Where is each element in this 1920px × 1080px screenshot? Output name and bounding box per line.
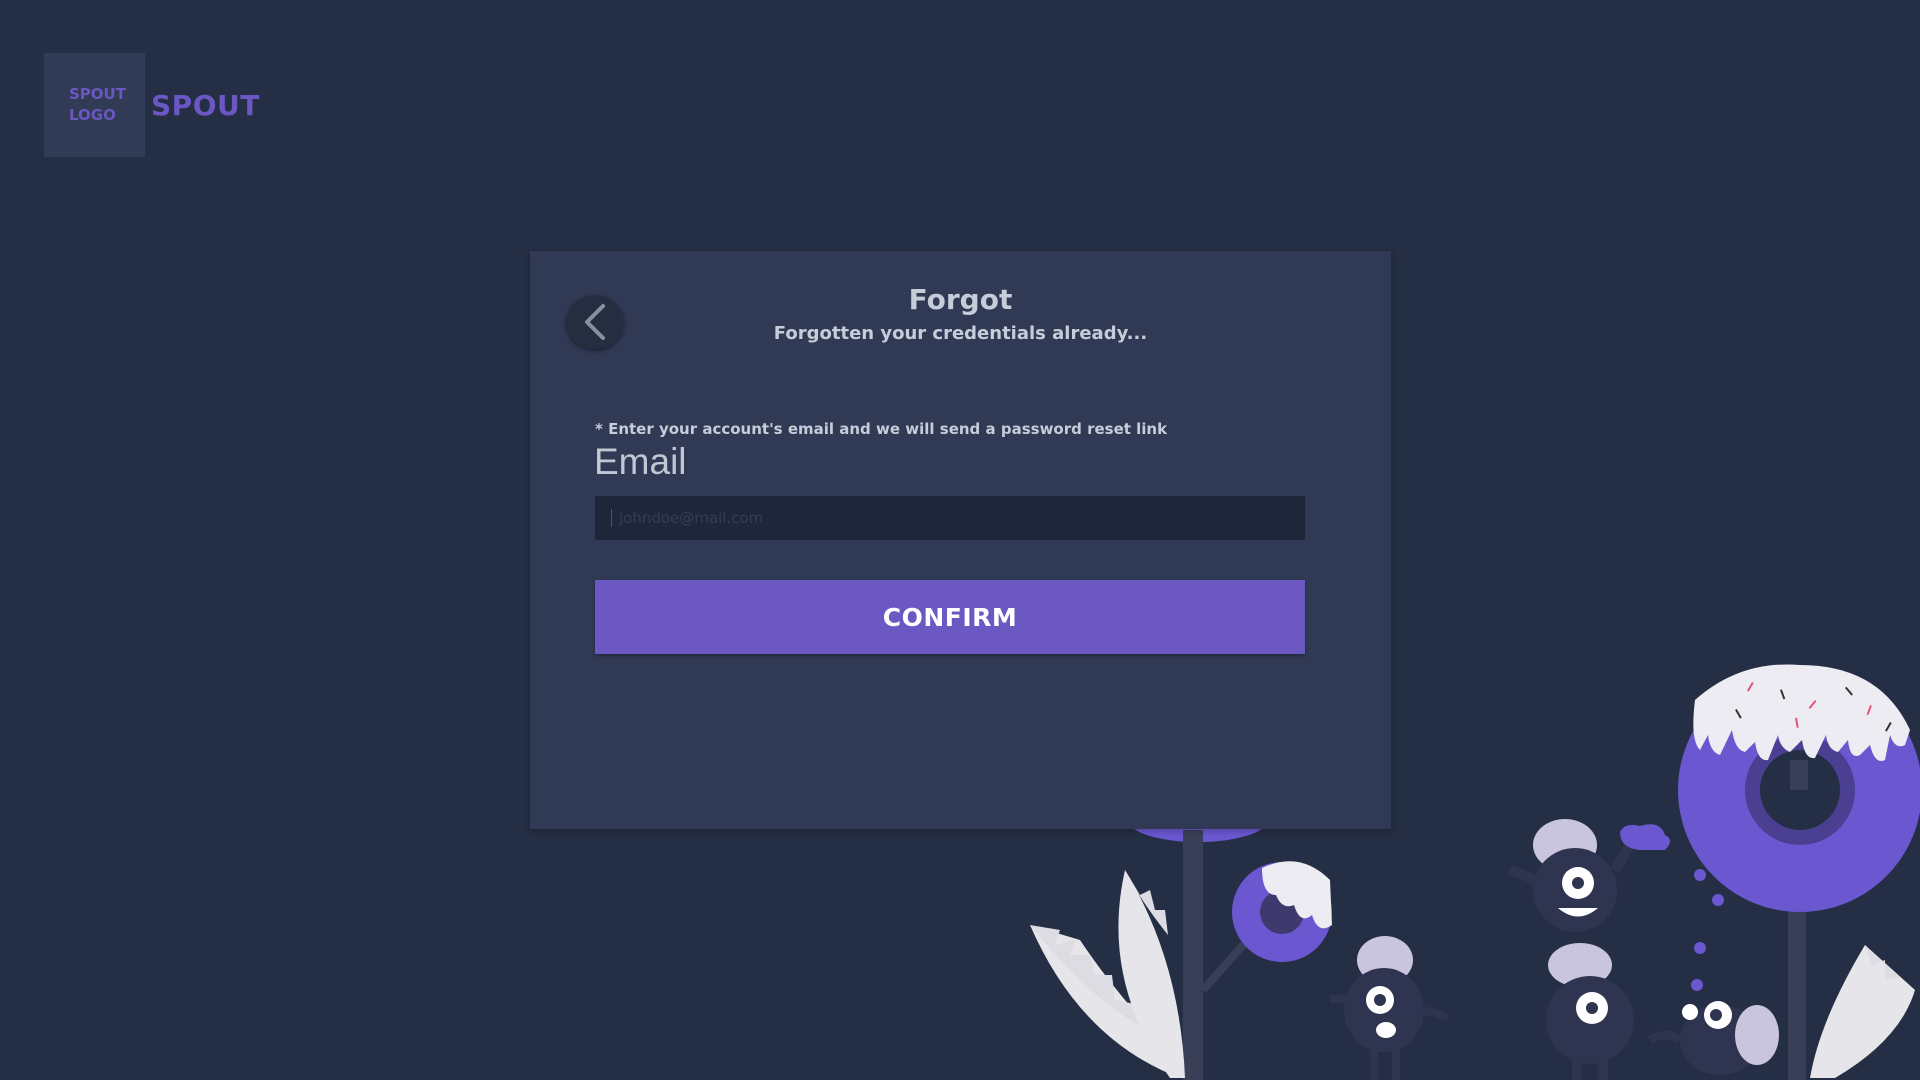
card-title: Forgot <box>908 283 1013 316</box>
email-label: Email <box>594 441 687 482</box>
email-hint: * Enter your account's email and we will… <box>595 420 1168 438</box>
brand-name: SPOUT <box>151 88 260 122</box>
forgot-password-card: Forgot Forgotten your credentials alread… <box>530 251 1391 829</box>
logo-text-line1: SPOUT <box>69 85 126 103</box>
logo-text-line2: LOGO <box>69 106 116 124</box>
text-caret <box>611 509 612 527</box>
forgot-password-page: SPOUT LOGO SPOUT Forgot Forgotten your c… <box>0 0 1920 1080</box>
logo[interactable]: SPOUT LOGO <box>44 53 145 157</box>
email-field[interactable] <box>595 496 1305 540</box>
brand: SPOUT LOGO SPOUT <box>44 53 260 157</box>
card-subtitle: Forgotten your credentials already... <box>773 323 1148 344</box>
confirm-button[interactable]: CONFIRM <box>595 580 1305 654</box>
